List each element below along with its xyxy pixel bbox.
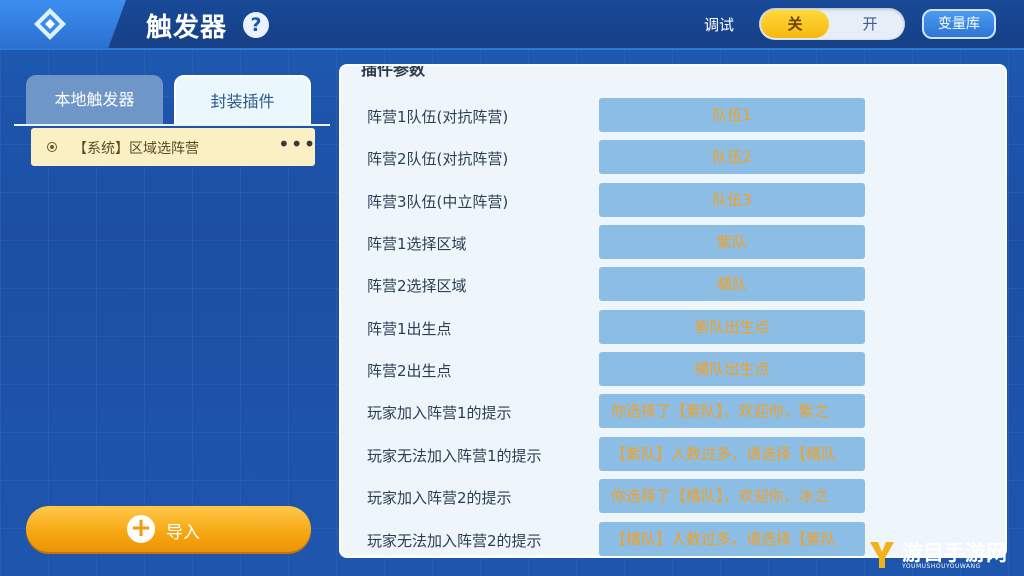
param-value-field[interactable]: 【紫队】人数过多，请选择【橘队 — [599, 437, 865, 471]
param-value-field[interactable]: 队伍2 — [599, 140, 865, 174]
param-label: 阵营3队伍(中立阵营) — [367, 193, 509, 211]
param-label: 玩家加入阵营1的提示 — [367, 404, 512, 422]
param-value-field[interactable]: 【橘队】人数过多，请选择【紫队 — [599, 522, 865, 556]
import-button[interactable]: + 导入 — [26, 506, 311, 552]
param-label: 阵营1队伍(对抗阵营) — [367, 108, 509, 126]
param-value-field[interactable]: 橘队 — [599, 267, 865, 301]
debug-toggle[interactable]: 关 开 — [759, 8, 905, 40]
debug-toggle-off[interactable]: 关 — [761, 10, 829, 38]
param-label: 阵营1选择区域 — [367, 235, 467, 253]
panel-header: 插件参数 — [361, 64, 426, 79]
param-label: 玩家无法加入阵营1的提示 — [367, 447, 542, 465]
list-item-label: 【系统】区域选阵营 — [73, 141, 199, 157]
param-value-field[interactable]: 紫队出生点 — [599, 310, 865, 344]
app-logo-icon — [34, 8, 66, 40]
param-label: 阵营2选择区域 — [367, 277, 467, 295]
tab-packaged-plugins[interactable]: 封装插件 — [174, 75, 311, 125]
debug-toggle-on[interactable]: 开 — [837, 10, 903, 38]
param-value-field[interactable]: 你选择了【紫队】，欢迎你，紫之 — [599, 394, 865, 428]
import-button-label: 导入 — [166, 523, 200, 543]
watermark-logo-icon — [870, 542, 894, 568]
help-icon[interactable]: ? — [243, 12, 269, 38]
tab-local-triggers[interactable]: 本地触发器 — [26, 75, 163, 125]
debug-label: 调试 — [704, 16, 735, 34]
param-label: 玩家无法加入阵营2的提示 — [367, 532, 542, 550]
param-label: 阵营2队伍(对抗阵营) — [367, 150, 509, 168]
top-bar: 触发器 ? 调试 关 开 变量库 — [0, 0, 1024, 50]
param-value-field[interactable]: 队伍3 — [599, 183, 865, 217]
variables-button[interactable]: 变量库 — [922, 9, 996, 39]
param-value-field[interactable]: 紫队 — [599, 225, 865, 259]
param-label: 玩家加入阵营2的提示 — [367, 489, 512, 507]
back-button[interactable] — [0, 0, 126, 48]
watermark-subtext: YOUMUSHOUYOUWANG — [902, 563, 981, 570]
watermark: 游目手游网 YOUMUSHOUYOUWANG — [866, 536, 1024, 576]
tab-divider — [14, 124, 330, 126]
list-item[interactable]: 【系统】区域选阵营 ••• — [31, 128, 315, 166]
more-options-icon[interactable]: ••• — [278, 132, 316, 156]
radio-selected-icon[interactable] — [47, 142, 57, 152]
param-label: 阵营1出生点 — [367, 320, 452, 338]
param-value-field[interactable]: 橘队出生点 — [599, 352, 865, 386]
plus-icon: + — [127, 515, 155, 543]
param-value-field[interactable]: 队伍1 — [599, 98, 865, 132]
page-title: 触发器 — [146, 13, 228, 43]
plugin-params-panel: 插件参数 阵营1队伍(对抗阵营) 队伍1 阵营2队伍(对抗阵营) 队伍2 阵营3… — [339, 64, 1007, 558]
param-value-field[interactable]: 你选择了【橘队】，欢迎你，冰之 — [599, 479, 865, 513]
param-label: 阵营2出生点 — [367, 362, 452, 380]
